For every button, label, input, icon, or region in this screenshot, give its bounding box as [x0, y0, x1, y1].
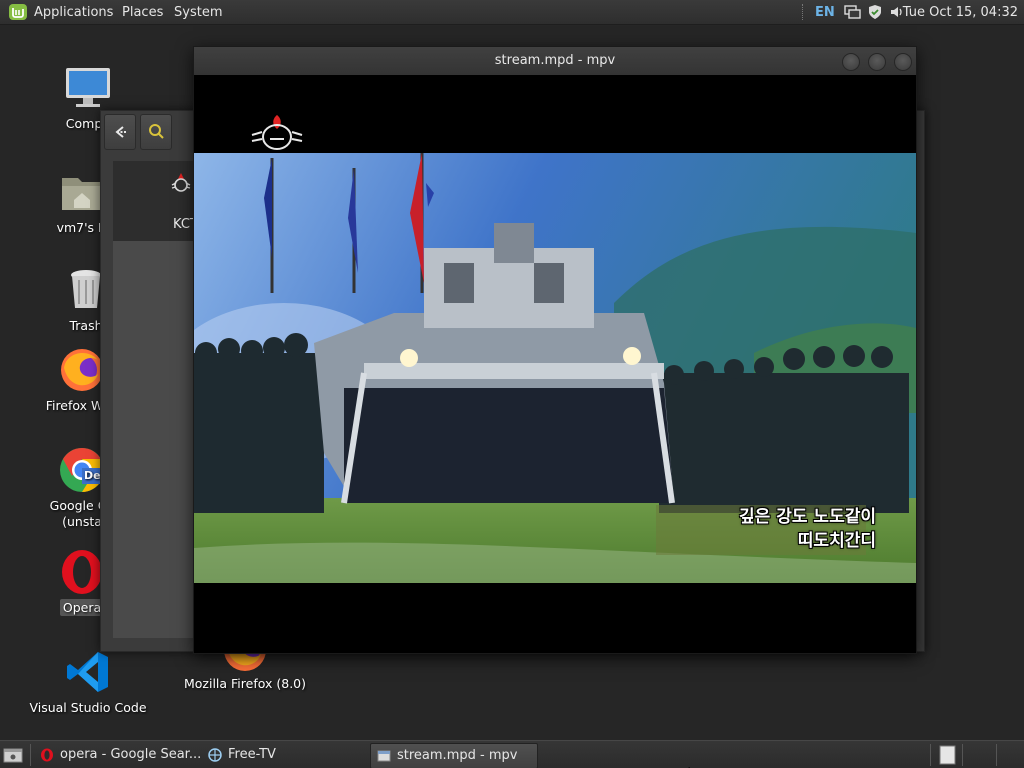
panel-separator [802, 4, 805, 20]
taskbar-separator [30, 744, 31, 766]
mint-logo-icon[interactable] [8, 3, 28, 21]
vscode-icon [64, 648, 112, 696]
opera-icon [58, 548, 106, 596]
clock[interactable]: Tue Oct 15, 04:32 [903, 4, 1018, 21]
opera-icon [41, 748, 53, 762]
desktop-icon-vscode[interactable]: Visual Studio Code [26, 648, 150, 716]
computer-icon [64, 64, 112, 112]
taskbar-separator [930, 744, 931, 766]
search-button[interactable] [140, 114, 172, 150]
desktop-icon-label: Mozilla Firefox (8.0) [183, 676, 307, 691]
home-folder-icon [58, 168, 106, 216]
kct-logo-icon [169, 171, 193, 201]
search-icon [149, 124, 164, 139]
task-label: opera - Google Sear... [60, 747, 202, 762]
shield-icon[interactable] [868, 4, 882, 24]
chrome-icon: De [58, 446, 106, 494]
channel-item-kct[interactable]: KCT [113, 161, 198, 241]
task-label: stream.mpd - mpv [397, 748, 518, 763]
maximize-button[interactable] [868, 53, 886, 71]
taskbar-separator [996, 744, 997, 766]
subtitle-line-1: 깊은 강도 노도같이 [739, 507, 876, 527]
task-free-tv[interactable]: Free-TV [202, 743, 388, 767]
firefox-icon [58, 346, 106, 394]
minimize-button[interactable] [842, 53, 860, 71]
task-opera[interactable]: opera - Google Sear... [34, 743, 220, 767]
window-title: stream.mpd - mpv [494, 53, 616, 68]
menu-places[interactable]: Places [122, 4, 163, 21]
back-button[interactable] [104, 114, 136, 150]
desktop-icon-label: Opera [59, 599, 105, 616]
network-icon[interactable] [844, 5, 861, 24]
task-mpv[interactable]: stream.mpd - mpv [370, 743, 538, 768]
subtitle-line-2: 띠도치간디 [797, 531, 876, 551]
subtitle: 깊은 강도 노도같이 띠도치간디 [739, 505, 876, 553]
workspace-switcher-icon[interactable] [938, 744, 958, 768]
top-panel: Applications Places System EN Tue Oct 15… [0, 0, 1024, 25]
desktop-icon-label: Trash [69, 318, 103, 333]
task-label: Free-TV [228, 747, 276, 762]
taskbar-separator [962, 744, 963, 766]
taskbar: opera - Google Sear... Free-TV stream.mp… [0, 740, 1024, 768]
mpv-titlebar[interactable]: stream.mpd - mpv [194, 47, 916, 75]
back-arrow-icon [115, 126, 126, 138]
menu-applications[interactable]: Applications [34, 4, 113, 21]
free-tv-icon [208, 748, 222, 762]
keyboard-layout-indicator[interactable]: EN [815, 4, 835, 21]
show-desktop-icon[interactable] [3, 746, 23, 767]
mpv-window[interactable]: stream.mpd - mpv 깊은 강도 노도같이 띠도치간디 [193, 46, 917, 654]
mouse-cursor-icon [688, 760, 698, 768]
mpv-window-icon [377, 750, 391, 762]
desktop-icon-label: Visual Studio Code [29, 700, 147, 715]
close-button[interactable] [894, 53, 912, 71]
video-frame[interactable]: 깊은 강도 노도같이 띠도치간디 [194, 153, 916, 583]
menu-system[interactable]: System [174, 4, 222, 21]
